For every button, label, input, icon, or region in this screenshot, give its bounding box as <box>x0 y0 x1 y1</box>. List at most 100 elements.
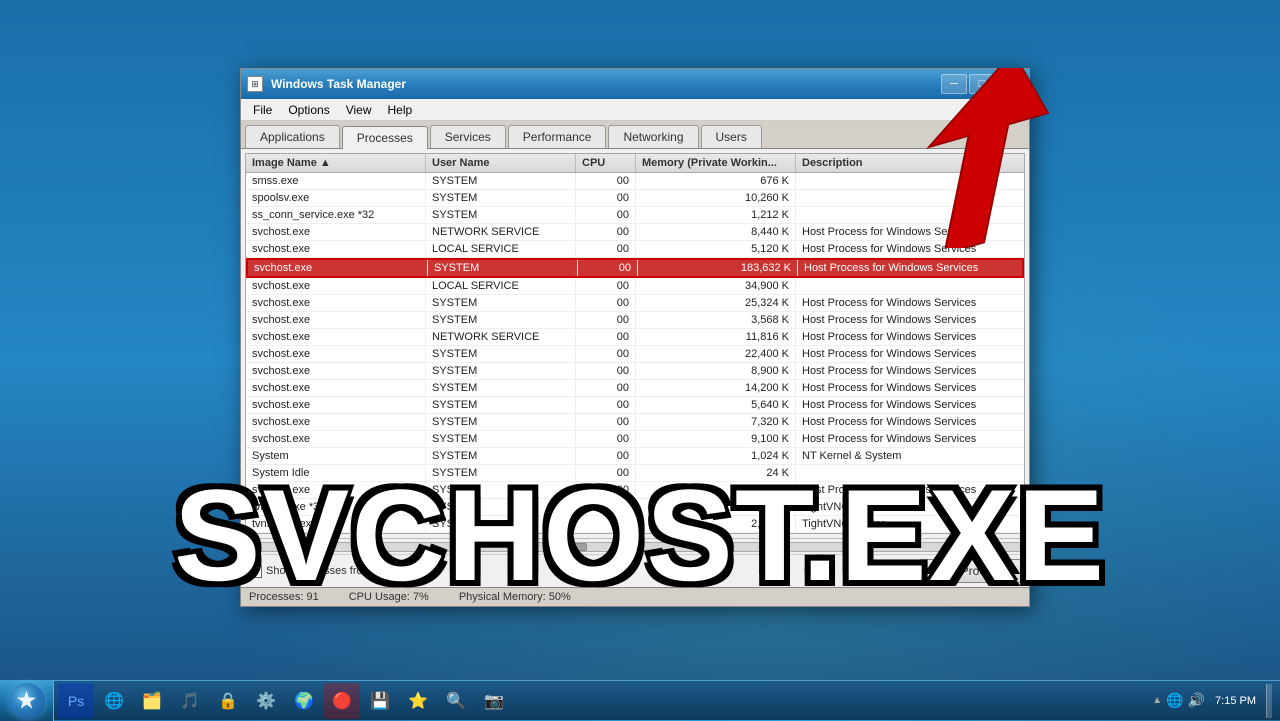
col-memory[interactable]: Memory (Private Workin... <box>636 154 796 172</box>
tab-users[interactable]: Users <box>701 125 762 148</box>
table-row[interactable]: svchost.exeNETWORK SERVICE0011,816 KHost… <box>246 329 1024 346</box>
menu-help[interactable]: Help <box>380 101 421 119</box>
taskbar-icon-explorer[interactable]: 🗂️ <box>134 683 170 719</box>
taskbar-icon-star[interactable]: ⭐ <box>400 683 436 719</box>
image-name: ss_conn_service.exe *32 <box>246 207 426 223</box>
table-row[interactable]: svchost.exeSYSTEM008,900 KHost Process f… <box>246 363 1024 380</box>
close-button[interactable]: ✕ <box>997 74 1023 94</box>
image-name: smss.exe <box>246 173 426 189</box>
table-row[interactable]: smss.exeSYSTEM00676 K <box>246 173 1024 190</box>
table-row[interactable]: svchost.exeSYSTEM0022,400 KHost Process … <box>246 346 1024 363</box>
tab-performance[interactable]: Performance <box>508 125 607 148</box>
description <box>796 173 1024 189</box>
taskbar-icon-camera[interactable]: 📷 <box>476 683 512 719</box>
table-row[interactable]: svchost.exeLOCAL SERVICE005,120 KHost Pr… <box>246 241 1024 258</box>
image-name: svchost.exe <box>246 363 426 379</box>
taskbar-icon-network[interactable]: 🌍 <box>286 683 322 719</box>
tab-applications[interactable]: Applications <box>245 125 340 148</box>
description: TightVNC Server <box>796 499 1024 515</box>
image-name: System Idle <box>246 465 426 481</box>
tab-processes[interactable]: Processes <box>342 126 428 149</box>
table-row[interactable]: svchost.exeSYSTEM009,100 KHost Process f… <box>246 431 1024 448</box>
processes-count: Processes: 91 <box>249 591 319 603</box>
table-row[interactable]: tvnserver.exe *32SYSTEM002,164 KTightVNC… <box>246 516 1024 533</box>
image-name: svchost.exe <box>248 260 428 276</box>
memory: 5,640 K <box>636 397 796 413</box>
table-row[interactable]: ss_conn_service.exe *32SYSTEM001,212 K <box>246 207 1024 224</box>
taskbar-icon-red[interactable]: 🔴 <box>324 683 360 719</box>
user-name: SYSTEM <box>426 312 576 328</box>
taskbar-icon-search[interactable]: 🔍 <box>438 683 474 719</box>
taskbar-icon-ps[interactable]: Ps <box>58 683 94 719</box>
memory: 9,100 K <box>636 431 796 447</box>
table-body[interactable]: smss.exeSYSTEM00676 Kspoolsv.exeSYSTEM00… <box>246 173 1024 533</box>
memory: 22,400 K <box>636 346 796 362</box>
memory: 183,632 K <box>638 260 798 276</box>
description: Host Process for Windows Services <box>796 431 1024 447</box>
scrollbar-thumb[interactable] <box>557 543 587 551</box>
image-name: svchost.exe <box>246 397 426 413</box>
col-cpu[interactable]: CPU <box>576 154 636 172</box>
user-name: SYSTEM <box>426 482 576 498</box>
user-name: LOCAL SERVICE <box>426 278 576 294</box>
cpu: 00 <box>576 516 636 532</box>
show-all-users-label[interactable]: Show processes from all users <box>249 565 416 578</box>
show-all-users-checkbox[interactable] <box>249 565 262 578</box>
window-controls: ─ □ ✕ <box>941 74 1023 94</box>
user-name: SYSTEM <box>426 380 576 396</box>
cpu: 00 <box>576 224 636 240</box>
cpu: 00 <box>576 278 636 294</box>
cpu: 00 <box>576 499 636 515</box>
table-row[interactable]: tvnmgr.exe *32SYSTEM002,164 KTightVNC Se… <box>246 499 1024 516</box>
table-row[interactable]: SystemSYSTEM001,024 KNT Kernel & System <box>246 448 1024 465</box>
image-name: tvnmgr.exe *32 <box>246 499 426 515</box>
table-row[interactable]: svchost.exeLOCAL SERVICE0034,900 K <box>246 278 1024 295</box>
col-user-name[interactable]: User Name <box>426 154 576 172</box>
menu-options[interactable]: Options <box>280 101 337 119</box>
user-name: SYSTEM <box>426 448 576 464</box>
cpu: 00 <box>576 431 636 447</box>
table-row[interactable]: svchost.exeSYSTEM00183,632 KHost Process… <box>246 258 1024 278</box>
minimize-button[interactable]: ─ <box>941 74 967 94</box>
table-row[interactable]: svchost.exeSYSTEM0025,324 KHost Process … <box>246 295 1024 312</box>
taskbar-icon-media[interactable]: 🎵 <box>172 683 208 719</box>
description <box>796 207 1024 223</box>
tray-icon-up[interactable]: ▲ <box>1152 695 1162 706</box>
taskbar-icon-settings[interactable]: ⚙️ <box>248 683 284 719</box>
table-row[interactable]: svchost.exeSYSTEM004,200 KHost Process f… <box>246 482 1024 499</box>
window-title: Windows Task Manager <box>271 77 937 91</box>
menu-file[interactable]: File <box>245 101 280 119</box>
table-row[interactable]: svchost.exeSYSTEM003,568 KHost Process f… <box>246 312 1024 329</box>
table-row[interactable]: svchost.exeSYSTEM0014,200 KHost Process … <box>246 380 1024 397</box>
tray-volume-icon[interactable]: 🔊 <box>1188 692 1205 709</box>
table-row[interactable]: svchost.exeSYSTEM007,320 KHost Process f… <box>246 414 1024 431</box>
col-image-name[interactable]: Image Name ▲ <box>246 154 426 172</box>
end-process-button[interactable]: End Process <box>919 559 1021 583</box>
description: Host Process for Windows Services <box>796 380 1024 396</box>
tray-network-icon[interactable]: 🌐 <box>1166 692 1183 709</box>
memory: 1,024 K <box>636 448 796 464</box>
memory: 8,900 K <box>636 363 796 379</box>
physical-memory: Physical Memory: 50% <box>459 591 571 603</box>
description: TightVNC Server <box>796 516 1024 532</box>
table-row[interactable]: System IdleSYSTEM0024 K <box>246 465 1024 482</box>
taskbar-icon-disk[interactable]: 💾 <box>362 683 398 719</box>
memory: 10,260 K <box>636 190 796 206</box>
memory: 11,816 K <box>636 329 796 345</box>
maximize-button[interactable]: □ <box>969 74 995 94</box>
tab-networking[interactable]: Networking <box>608 125 698 148</box>
tab-services[interactable]: Services <box>430 125 506 148</box>
memory: 14,200 K <box>636 380 796 396</box>
taskbar-icon-ie[interactable]: 🌐 <box>96 683 132 719</box>
col-description[interactable]: Description <box>796 154 1024 172</box>
table-row[interactable]: spoolsv.exeSYSTEM0010,260 K <box>246 190 1024 207</box>
horizontal-scrollbar[interactable] <box>245 538 1025 554</box>
table-row[interactable]: svchost.exeSYSTEM005,640 KHost Process f… <box>246 397 1024 414</box>
table-row[interactable]: svchost.exeNETWORK SERVICE008,440 KHost … <box>246 224 1024 241</box>
menu-view[interactable]: View <box>338 101 380 119</box>
start-button[interactable] <box>0 681 54 721</box>
cpu: 00 <box>576 397 636 413</box>
show-desktop-button[interactable] <box>1266 684 1272 718</box>
memory: 3,568 K <box>636 312 796 328</box>
taskbar-icon-lock[interactable]: 🔒 <box>210 683 246 719</box>
